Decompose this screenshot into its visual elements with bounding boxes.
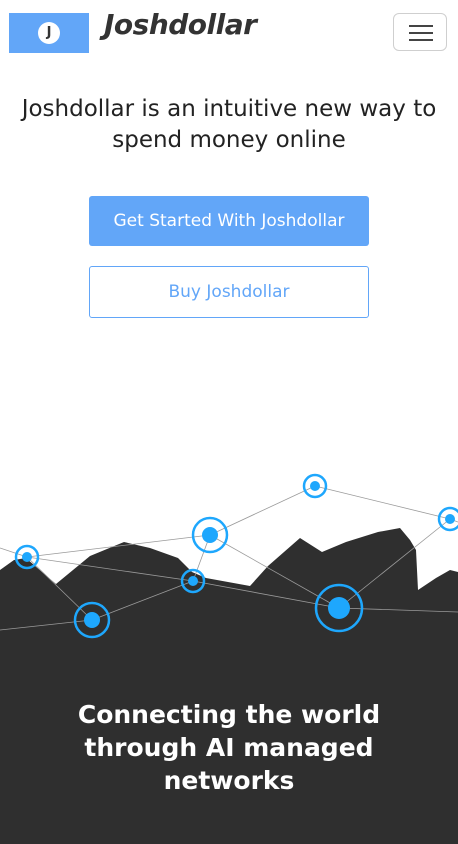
get-started-button[interactable]: Get Started With Joshdollar: [89, 196, 369, 246]
coin-icon: J: [38, 22, 60, 44]
logo[interactable]: J: [9, 13, 89, 53]
node: [437, 506, 458, 532]
navbar: J Joshdollar: [0, 0, 458, 66]
hero-title: Joshdollar is an intuitive new way to sp…: [21, 96, 437, 153]
hamburger-icon: [409, 25, 433, 27]
node: [191, 516, 229, 554]
menu-toggle-button[interactable]: [393, 13, 447, 51]
buy-button[interactable]: Buy Joshdollar: [89, 266, 369, 318]
network-tagline: Connecting the world through AI managed …: [77, 700, 381, 795]
node: [302, 473, 328, 499]
brand-name[interactable]: Joshdollar: [104, 8, 257, 41]
